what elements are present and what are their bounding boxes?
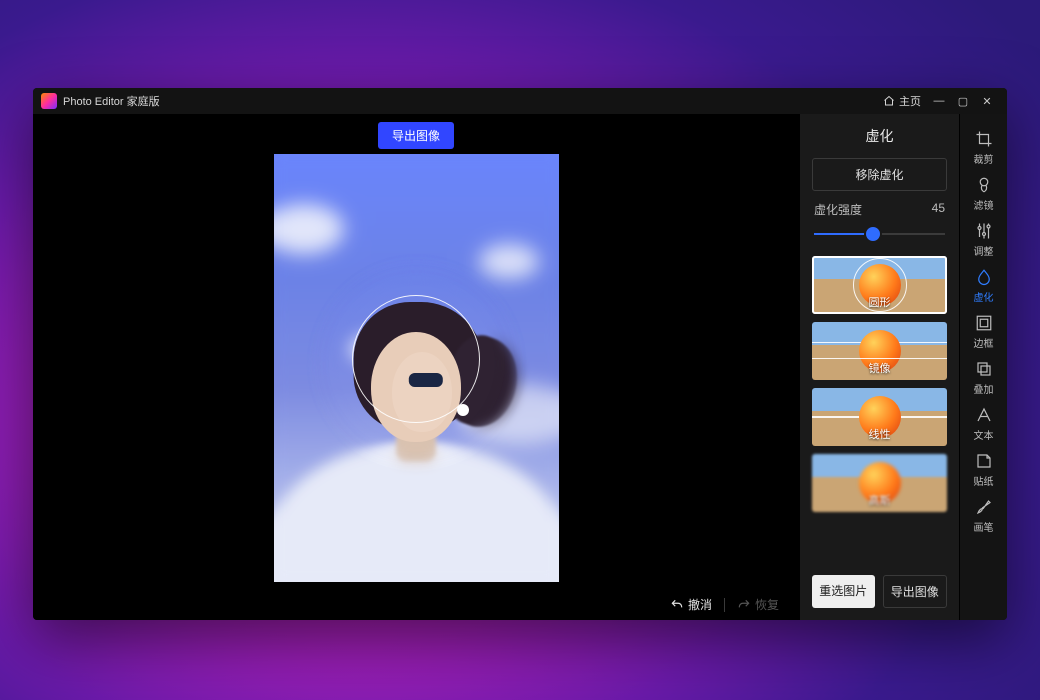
slider-label: 虚化强度 — [814, 201, 862, 218]
home-button[interactable]: 主页 — [883, 93, 921, 109]
photo-preview[interactable] — [274, 154, 559, 582]
blur-presets: 圆形镜像线性高斯 — [800, 252, 959, 565]
filter-icon — [975, 176, 993, 194]
panel-footer: 重选图片 导出图像 — [800, 565, 959, 620]
sticker-icon — [975, 452, 993, 470]
blur-icon — [975, 268, 993, 286]
tool-label: 调整 — [974, 243, 994, 258]
tool-sticker[interactable]: 贴纸 — [960, 444, 1008, 490]
tool-brush[interactable]: 画笔 — [960, 490, 1008, 536]
tool-label: 文本 — [974, 427, 994, 442]
tool-text[interactable]: 文本 — [960, 398, 1008, 444]
redo-label: 恢复 — [755, 596, 779, 613]
overlay-icon — [975, 360, 993, 378]
redo-button[interactable]: 恢复 — [731, 592, 785, 617]
adjust-icon — [975, 222, 993, 240]
home-label: 主页 — [899, 93, 921, 109]
separator — [724, 598, 725, 612]
preset-round[interactable]: 圆形 — [812, 256, 947, 314]
frame-icon — [975, 314, 993, 332]
canvas-area: 导出图像 — [33, 114, 799, 620]
history-controls: 撤消 恢复 — [33, 592, 799, 620]
cloud-decoration — [349, 334, 399, 364]
app-title: Photo Editor 家庭版 — [63, 93, 160, 109]
app-logo-icon — [41, 93, 57, 109]
tool-label: 贴纸 — [974, 473, 994, 488]
remove-blur-button[interactable]: 移除虚化 — [812, 158, 947, 191]
tool-filter[interactable]: 滤镜 — [960, 168, 1008, 214]
cloud-decoration — [479, 244, 539, 279]
tool-label: 虚化 — [974, 289, 994, 304]
preset-label: 圆形 — [812, 294, 947, 310]
maximize-icon: ▢ — [958, 95, 968, 108]
app-body: 导出图像 — [33, 114, 1007, 620]
tool-frame[interactable]: 边框 — [960, 306, 1008, 352]
redo-icon — [737, 598, 751, 612]
panel-title: 虚化 — [800, 114, 959, 156]
app-window: Photo Editor 家庭版 主页 — ▢ ✕ 导出图像 — [33, 88, 1007, 620]
minimize-button[interactable]: — — [927, 91, 951, 111]
preset-gauss[interactable]: 高斯 — [812, 454, 947, 512]
blur-focus-handle[interactable] — [457, 404, 469, 416]
tool-label: 叠加 — [974, 381, 994, 396]
blur-strength-slider[interactable] — [814, 226, 945, 242]
subject — [286, 322, 546, 582]
undo-label: 撤消 — [688, 596, 712, 613]
tool-label: 画笔 — [974, 519, 994, 534]
home-icon — [883, 95, 895, 107]
preset-linear[interactable]: 线性 — [812, 388, 947, 446]
blur-mask — [274, 154, 559, 582]
preset-mirror[interactable]: 镜像 — [812, 322, 947, 380]
tool-adjust[interactable]: 调整 — [960, 214, 1008, 260]
close-button[interactable]: ✕ — [975, 91, 999, 111]
tool-label: 滤镜 — [974, 197, 994, 212]
blur-focus-ring[interactable] — [352, 295, 480, 423]
reselect-image-button[interactable]: 重选图片 — [812, 575, 875, 608]
crop-icon — [975, 130, 993, 148]
tool-rail: 裁剪滤镜调整虚化边框叠加文本贴纸画笔 — [959, 114, 1007, 620]
slider-value: 45 — [932, 201, 945, 218]
slider-thumb[interactable] — [866, 227, 880, 241]
minimize-icon: — — [934, 95, 945, 107]
title-bar: Photo Editor 家庭版 主页 — ▢ ✕ — [33, 88, 1007, 114]
options-panel: 虚化 移除虚化 虚化强度 45 圆形镜像线性高斯 重选图片 导出图像 — [799, 114, 959, 620]
brush-icon — [975, 498, 993, 516]
stage — [33, 114, 799, 592]
export-button-top[interactable]: 导出图像 — [378, 122, 454, 149]
undo-button[interactable]: 撤消 — [664, 592, 718, 617]
maximize-button[interactable]: ▢ — [951, 91, 975, 111]
preset-label: 高斯 — [812, 492, 947, 508]
preset-label: 镜像 — [812, 360, 947, 376]
tool-overlay[interactable]: 叠加 — [960, 352, 1008, 398]
blur-strength-block: 虚化强度 45 — [800, 201, 959, 252]
tool-label: 裁剪 — [974, 151, 994, 166]
cloud-decoration — [459, 384, 559, 444]
tool-blur[interactable]: 虚化 — [960, 260, 1008, 306]
undo-icon — [670, 598, 684, 612]
export-button-panel[interactable]: 导出图像 — [883, 575, 948, 608]
close-icon: ✕ — [982, 95, 991, 108]
preset-label: 线性 — [812, 426, 947, 442]
text-icon — [975, 406, 993, 424]
tool-crop[interactable]: 裁剪 — [960, 122, 1008, 168]
tool-label: 边框 — [974, 335, 994, 350]
cloud-decoration — [274, 204, 344, 254]
